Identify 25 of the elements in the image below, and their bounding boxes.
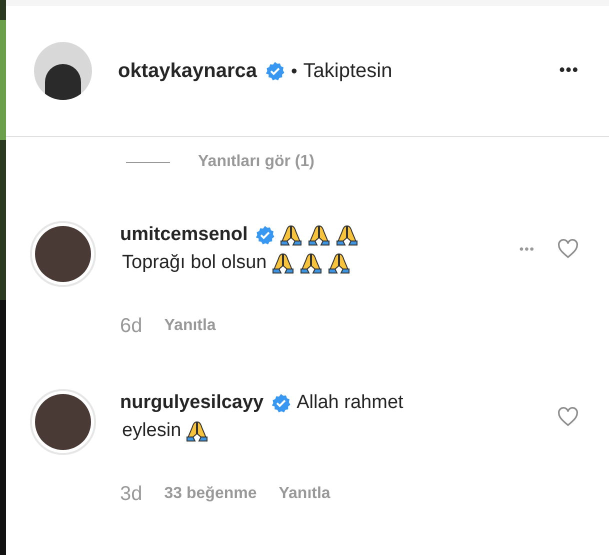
likes-count[interactable]: 33 beğenme [164,482,257,506]
comment-text: Allah rahmet [296,390,404,415]
praying-hands-icon [270,251,295,275]
separator: • [290,60,298,82]
comment-username[interactable]: umitcemsenol [120,220,248,250]
comment-time: 6d [120,314,142,339]
praying-hands-icon [185,419,210,443]
praying-hands-icon [326,251,351,275]
follow-status: Takiptesin [303,59,392,84]
reply-link[interactable]: Yanıtla [278,482,330,506]
comment-text: Toprağı bol olsun [122,250,267,275]
more-options-button[interactable]: ••• [519,240,535,258]
heart-icon[interactable] [557,239,579,259]
username[interactable]: oktaykaynarca [118,56,257,86]
praying-hands-icon [278,223,303,247]
comment-text: eylesin [122,418,182,443]
praying-hands-icon [298,251,323,275]
comment-username[interactable]: nurgulyesilcayy [120,388,264,418]
more-options-button[interactable]: ••• [559,59,579,83]
praying-hands-icon [306,223,331,247]
comment-time: 3d [120,482,142,507]
reply-link[interactable]: Yanıtla [164,314,216,338]
heart-icon[interactable] [557,407,579,427]
view-replies-link[interactable]: Yanıtları gör (1) [198,150,314,174]
praying-hands-icon [334,223,359,247]
